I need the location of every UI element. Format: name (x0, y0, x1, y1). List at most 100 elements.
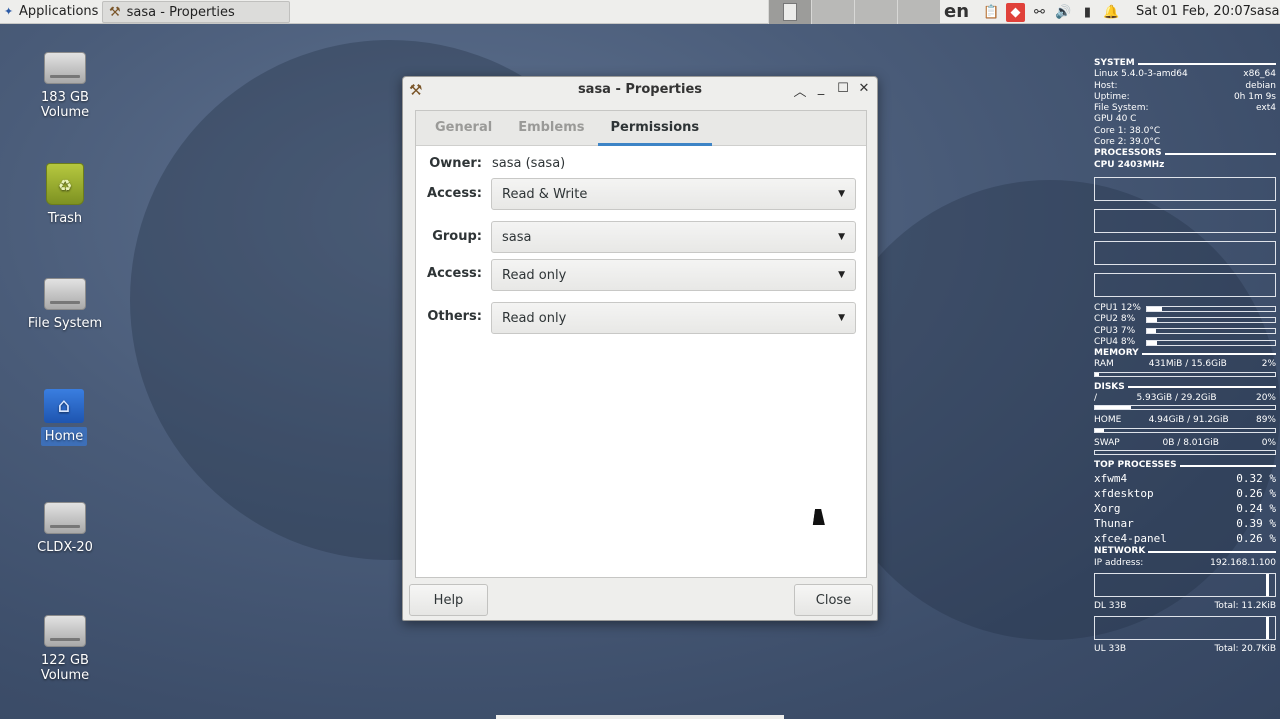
filesystem-row: File System: ext4 (1094, 103, 1276, 114)
desktop-icon-trash[interactable]: Trash (15, 163, 115, 226)
help-button[interactable]: Help (409, 584, 488, 616)
cpu-usage-bar (1146, 316, 1276, 323)
others-access-value: Read only (502, 310, 567, 326)
process-list: xfwm4 0.32 % xfdesktop 0.26 % Xorg 0.24 % Thun… (1094, 471, 1276, 546)
desktop-icon-cldx-20[interactable]: CLDX-20 (15, 502, 115, 555)
core1-temp: Core 1: 38.0°C (1094, 125, 1161, 136)
group-dropdown[interactable]: sasa ▼ (491, 221, 856, 253)
memory-section-header: MEMORY (1094, 348, 1276, 359)
cpu-usage-bar (1146, 328, 1276, 335)
cpu-usage-row: CPU2 8% (1094, 314, 1276, 325)
drive-icon (44, 52, 86, 84)
cpu-usage-label: CPU1 12% (1094, 302, 1141, 313)
desktop-icon-label: 183 GB Volume (40, 90, 90, 120)
owner-access-label: Access: (427, 186, 482, 201)
top-processes-section-header: TOP PROCESSES (1094, 460, 1276, 471)
cpu-usage-label: CPU3 7% (1094, 325, 1136, 336)
kernel-row: Linux 5.4.0-3-amd64 x86_64 (1094, 69, 1276, 80)
workspace-window-thumbnail (783, 3, 797, 21)
window-titlebar[interactable]: ⚒ sasa - Properties ︿ _ ☐ ✕ (403, 77, 877, 103)
upload-row: UL 33B Total: 20.7KiB (1094, 644, 1276, 655)
trash-icon (46, 163, 84, 205)
home-disk-row: HOME 4.94GiB / 91.2GiB 89% (1094, 415, 1276, 426)
cpu-usage-row: CPU3 7% (1094, 326, 1276, 337)
others-label: Others: (427, 309, 482, 324)
cpu-usage-bar (1146, 305, 1276, 312)
owner-label: Owner: (429, 156, 482, 171)
process-row: Thunar 0.39 % (1094, 517, 1276, 531)
maximize-button[interactable]: ☐ (835, 81, 851, 96)
upload-graph (1094, 616, 1276, 641)
tab-general[interactable]: General (422, 111, 505, 146)
process-row: Xorg 0.24 % (1094, 502, 1276, 516)
tab-bar: General Emblems Permissions (416, 111, 866, 146)
applications-label: Applications (19, 4, 99, 19)
dropdown-arrow-icon: ▼ (838, 189, 845, 199)
drive-icon (44, 278, 86, 310)
minimize-button[interactable]: _ (813, 81, 829, 96)
root-disk-bar (1094, 405, 1276, 411)
network-section-header: NETWORK (1094, 546, 1276, 557)
desktop-icon-home[interactable]: Home (14, 389, 114, 446)
clock[interactable]: Sat 01 Feb, 20:07 (1136, 0, 1251, 24)
process-row: xfce4-panel 0.26 % (1094, 532, 1276, 546)
workspace-4[interactable] (897, 0, 940, 24)
cpu-usage-bar (1146, 339, 1276, 346)
process-row: xfdesktop 0.26 % (1094, 487, 1276, 501)
shade-button[interactable]: ︿ (792, 81, 808, 100)
workspace-2[interactable] (811, 0, 854, 24)
uptime-row: Uptime: 0h 1m 9s (1094, 91, 1276, 102)
owner-access-dropdown[interactable]: Read & Write ▼ (491, 178, 856, 210)
gpu-temp: GPU 40 C (1094, 114, 1137, 125)
core2-temp: Core 2: 39.0°C (1094, 137, 1161, 148)
offscreen-window-edge (496, 715, 784, 719)
clipboard-icon[interactable]: 📋 (982, 3, 1001, 22)
dropdown-arrow-icon: ▼ (838, 270, 845, 280)
owner-row: Owner: sasa (sasa) (416, 156, 565, 171)
desktop-icon-label: 122 GB Volume (40, 653, 90, 683)
ram-usage-bar (1094, 371, 1276, 377)
close-window-button[interactable]: ✕ (856, 81, 872, 96)
system-section-header: SYSTEM (1094, 58, 1276, 69)
mouse-cursor-icon (812, 509, 828, 525)
battery-icon[interactable]: ▮ (1078, 3, 1097, 22)
applications-menu[interactable]: ✦ Applications (0, 0, 102, 24)
network-icon[interactable]: ⚯ (1030, 3, 1049, 22)
home-folder-icon (44, 389, 84, 423)
workspace-1[interactable] (768, 0, 811, 24)
owner-value: sasa (sasa) (492, 156, 566, 171)
others-access-dropdown[interactable]: Read only ▼ (491, 302, 856, 334)
notification-bell-icon[interactable]: 🔔 (1102, 3, 1121, 22)
tab-emblems[interactable]: Emblems (505, 111, 597, 146)
taskbar-window-button[interactable]: ⚒ sasa - Properties (102, 1, 290, 23)
properties-notebook: General Emblems Permissions Owner: sasa … (415, 110, 867, 578)
group-access-row: Access: (416, 266, 482, 281)
desktop-icon-label: Trash (47, 211, 83, 226)
volume-icon[interactable]: 🔊 (1054, 3, 1073, 22)
download-graph (1094, 572, 1276, 597)
ip-row: IP address: 192.168.1.100 (1094, 557, 1276, 568)
drive-icon (44, 615, 86, 647)
system-tray: 📋 ◆ ⚯ 🔊 ▮ 🔔 (982, 2, 1121, 22)
disks-section-header: DISKS (1094, 382, 1276, 393)
home-disk-bar (1094, 427, 1276, 433)
desktop-icon-122gb-volume[interactable]: 122 GB Volume (15, 615, 115, 683)
cpu-bars: CPU1 12% CPU2 8% CPU3 7% CPU4 8% (1094, 303, 1276, 348)
cpu-usage-label: CPU2 8% (1094, 314, 1136, 325)
desktop-icon-file-system[interactable]: File System (15, 278, 115, 331)
user-menu[interactable]: sasa (1250, 0, 1279, 24)
conky-system-monitor: SYSTEM Linux 5.4.0-3-amd64 x86_64 Host: de… (1094, 58, 1276, 655)
tab-permissions[interactable]: Permissions (597, 111, 713, 146)
processors-section-header: PROCESSORS (1094, 148, 1276, 159)
group-access-label: Access: (427, 266, 482, 281)
update-notifier-icon[interactable]: ◆ (1006, 2, 1025, 22)
group-access-dropdown[interactable]: Read only ▼ (491, 259, 856, 291)
workspace-3[interactable] (854, 0, 897, 24)
close-button[interactable]: Close (794, 584, 873, 616)
cpu-usage-label: CPU4 8% (1094, 336, 1136, 347)
owner-access-row: Access: (416, 186, 482, 201)
workspace-switcher (768, 0, 940, 24)
desktop-icon-183gb-volume[interactable]: 183 GB Volume (15, 52, 115, 120)
keyboard-layout-indicator[interactable]: en (944, 0, 969, 24)
cpu-usage-row: CPU4 8% (1094, 337, 1276, 348)
